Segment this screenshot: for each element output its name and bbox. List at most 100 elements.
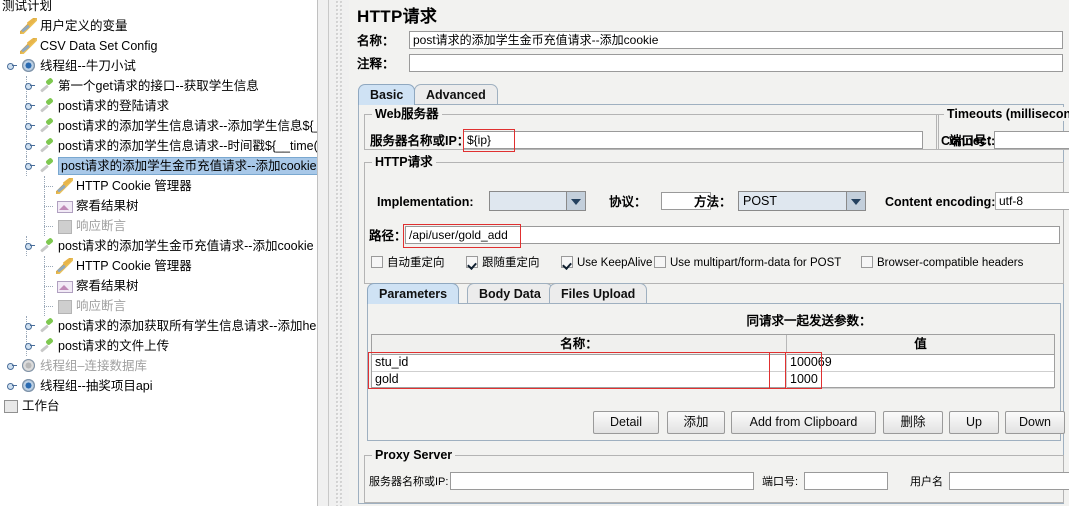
tree-item-label: 线程组--牛刀小试 [40, 59, 136, 73]
table-row[interactable]: stu_id 100069 [372, 354, 1054, 372]
implementation-select[interactable] [489, 191, 586, 211]
tree-item[interactable]: HTTP Cookie 管理器 [0, 256, 320, 276]
tab-basic[interactable]: Basic [358, 84, 416, 105]
tab-body-data[interactable]: Body Data [467, 283, 553, 304]
delete-button[interactable]: 删除 [883, 411, 943, 434]
tree-item[interactable]: 响应断言 [0, 216, 320, 236]
proxy-username-input[interactable] [949, 472, 1069, 490]
tree-item[interactable]: 察看结果树 [0, 196, 320, 216]
tree-item[interactable]: post请求的登陆请求 [0, 96, 320, 116]
tree-item[interactable]: post请求的文件上传 [0, 336, 320, 356]
cell-param-name[interactable]: gold [372, 371, 786, 388]
tree-item[interactable]: 第一个get请求的接口--获取学生信息 [0, 76, 320, 96]
checkbox-box[interactable] [466, 256, 478, 268]
tree-expand-toggle-icon[interactable] [6, 59, 19, 72]
checkbox-use-keepalive[interactable]: Use KeepAlive [561, 256, 652, 272]
thread-group-icon [20, 358, 37, 374]
table-row[interactable]: gold 1000 [372, 371, 1054, 389]
parameters-table[interactable]: 名称： 值 stu_id 100069 gold 1000 [371, 334, 1055, 389]
tree-item[interactable]: 测试计划 [0, 0, 320, 16]
up-button[interactable]: Up [949, 411, 999, 434]
tree-item[interactable]: 察看结果树 [0, 276, 320, 296]
chevron-down-icon[interactable] [566, 192, 585, 210]
tree-expand-toggle-icon[interactable] [24, 239, 37, 252]
checkbox-follow-redirect[interactable]: 跟随重定向 [466, 256, 540, 272]
tree-item-label: HTTP Cookie 管理器 [76, 179, 192, 193]
tab-advanced[interactable]: Advanced [414, 84, 498, 105]
tree-guide-line [44, 186, 53, 187]
chevron-down-icon[interactable] [846, 192, 865, 210]
tree-item[interactable]: 工作台 [0, 396, 320, 416]
config-wrench-icon [56, 258, 73, 274]
checkbox-use-multipart[interactable]: Use multipart/form-data for POST [654, 256, 841, 272]
checkbox-box[interactable] [561, 256, 573, 268]
path-row: 路径： /api/user/gold_add [369, 226, 1061, 246]
checkbox-box[interactable] [371, 256, 383, 268]
tree-expand-toggle-icon[interactable] [24, 319, 37, 332]
name-input[interactable]: post请求的添加学生金币充值请求--添加cookie [409, 31, 1063, 49]
tree-item-label: post请求的添加学生金币充值请求--添加cookie [58, 157, 320, 175]
server-name-label: 服务器名称或IP： [370, 134, 470, 148]
test-plan-tree[interactable]: 测试计划 用户定义的变量 CSV Data Set Config 线程组--牛刀小试第… [0, 0, 328, 506]
tree-expand-toggle-icon[interactable] [24, 119, 37, 132]
cell-param-value[interactable]: 100069 [786, 354, 1054, 371]
checkbox-browser-compatible-headers[interactable]: Browser-compatible headers [861, 256, 1023, 272]
tree-item[interactable]: 响应断言 [0, 296, 320, 316]
comment-input[interactable] [409, 54, 1063, 72]
tree-item[interactable]: post请求的添加学生信息请求--添加学生信息${__Ran [0, 116, 328, 136]
tree-item[interactable]: post请求的添加学生金币充值请求--添加cookie [0, 156, 320, 176]
add-from-clipboard-button[interactable]: Add from Clipboard [731, 411, 876, 434]
tree-expand-toggle-icon[interactable] [6, 379, 19, 392]
tree-expand-toggle-icon[interactable] [6, 359, 19, 372]
implementation-label: Implementation: [377, 195, 474, 209]
tree-item-label: post请求的登陆请求 [58, 99, 170, 113]
tree-expand-toggle-icon[interactable] [24, 159, 37, 172]
tab-files-upload[interactable]: Files Upload [549, 283, 648, 304]
checkbox-box[interactable] [654, 256, 666, 268]
column-header-name[interactable]: 名称： [372, 335, 786, 353]
server-name-input[interactable]: ${ip} [463, 131, 923, 149]
parameters-tabstrip: Parameters Body Data Files Upload [367, 283, 767, 305]
thread-group-icon [20, 378, 37, 394]
tree-vertical-scrollbar[interactable] [317, 0, 328, 506]
proxy-username-label: 用户名 [910, 476, 943, 488]
column-header-value[interactable]: 值 [786, 335, 1054, 353]
cell-param-value[interactable]: 1000 [786, 371, 1054, 388]
tree-item[interactable]: 线程组–连接数据库 [0, 356, 320, 376]
main-tabstrip: Basic Advanced [358, 84, 658, 106]
tab-parameters[interactable]: Parameters [367, 283, 460, 304]
tree-item[interactable]: HTTP Cookie 管理器 [0, 176, 320, 196]
content-encoding-input[interactable]: utf-8 [995, 192, 1069, 210]
tree-expand-toggle-icon[interactable] [24, 99, 37, 112]
tree-expand-toggle-icon[interactable] [24, 139, 37, 152]
http-request-editor: HTTP请求 名称： post请求的添加学生金币充值请求--添加cookie 注… [349, 0, 1069, 506]
tree-guide-line [44, 286, 53, 287]
checkbox-box[interactable] [861, 256, 873, 268]
checkbox-label: Browser-compatible headers [877, 257, 1024, 269]
view-results-tree-icon [56, 278, 73, 294]
http-sampler-icon [38, 118, 55, 134]
path-input[interactable]: /api/user/gold_add [405, 226, 1060, 244]
tree-item[interactable]: post请求的添加获取所有学生信息请求--添加header信 [0, 316, 328, 336]
tree-item[interactable]: CSV Data Set Config [0, 36, 320, 56]
checkbox-auto-redirect[interactable]: 自动重定向 [371, 256, 445, 272]
tree-item[interactable]: 线程组--抽奖项目api [0, 376, 320, 396]
panel-splitter[interactable] [328, 0, 350, 506]
config-wrench-icon [20, 18, 37, 34]
tree-item[interactable]: 用户定义的变量 [0, 16, 320, 36]
tree-guide-line [44, 266, 53, 267]
tree-expand-toggle-icon[interactable] [24, 79, 37, 92]
cell-param-name[interactable]: stu_id [372, 354, 786, 371]
add-button[interactable]: 添加 [667, 411, 725, 434]
method-select[interactable]: POST [738, 191, 866, 211]
workbench-icon [2, 398, 19, 414]
tree-item[interactable]: 线程组--牛刀小试 [0, 56, 320, 76]
proxy-server-name-input[interactable] [450, 472, 754, 490]
tree-expand-toggle-icon[interactable] [24, 339, 37, 352]
proxy-port-input[interactable] [804, 472, 888, 490]
down-button[interactable]: Down [1005, 411, 1065, 434]
detail-button[interactable]: Detail [593, 411, 659, 434]
tree-item[interactable]: post请求的添加学生金币充值请求--添加cookie --${si [0, 236, 328, 256]
tree-item[interactable]: post请求的添加学生信息请求--时间戳${__time(,9999 [0, 136, 328, 156]
connect-input[interactable] [994, 131, 1069, 149]
